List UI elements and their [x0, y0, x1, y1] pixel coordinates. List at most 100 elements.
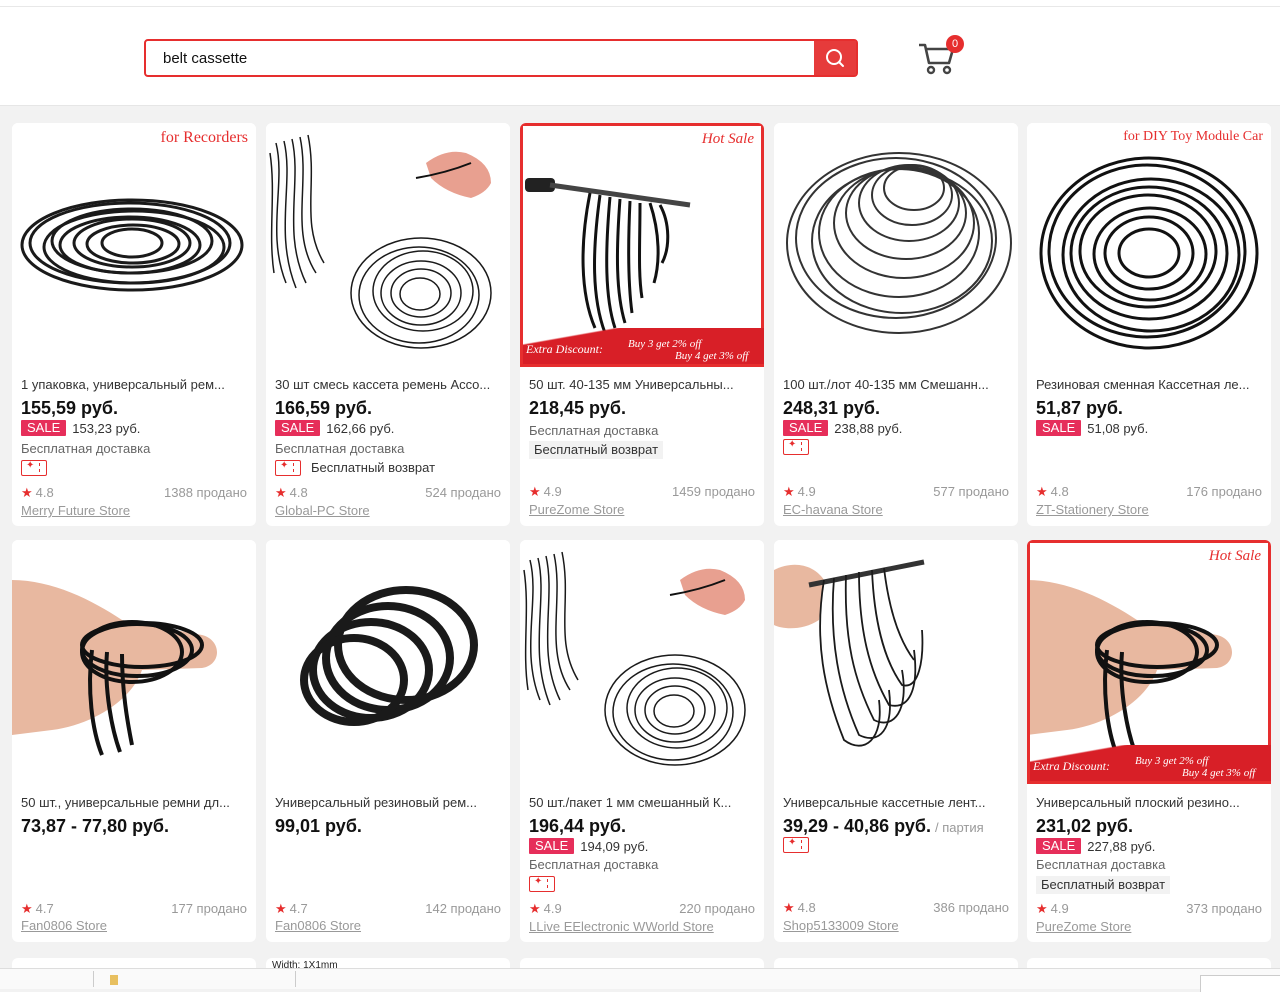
sold-count: 176 продано: [1186, 484, 1262, 499]
product-card[interactable]: 50 шт./пакет 1 мм смешанный К... 196,44 …: [520, 540, 764, 942]
extra-discount-banner: Extra Discount: Buy 3 get 2% off Buy 4 g…: [1030, 745, 1271, 781]
product-card[interactable]: Универсальные кассетные лент... 39,29 - …: [774, 540, 1018, 942]
sale-price: 162,66 руб.: [326, 420, 395, 436]
free-return-label: Бесплатный возврат: [529, 441, 664, 459]
product-image[interactable]: Hot Sale Extra Discount: Buy 3 get 2% of…: [1027, 540, 1271, 784]
cart-button[interactable]: 0: [916, 35, 964, 79]
product-card[interactable]: Hot Sale Extra Discount: Buy 3 get 2% of…: [520, 123, 764, 526]
sale-badge: SALE: [1036, 838, 1082, 854]
rating: ★ 4.8: [21, 485, 54, 500]
product-title[interactable]: Универсальные кассетные лент...: [783, 795, 1011, 810]
rating: ★ 4.9: [529, 484, 562, 499]
belt-coil-image: [786, 152, 1012, 334]
file-icon[interactable]: [110, 975, 118, 985]
product-image[interactable]: [266, 123, 510, 367]
product-card[interactable]: Универсальный резиновый рем... 99,01 руб…: [266, 540, 510, 942]
product-price: 155,59 руб.: [21, 398, 118, 418]
browser-top-strip: [0, 0, 1280, 7]
product-title[interactable]: 50 шт., универсальные ремни дл...: [21, 795, 249, 810]
product-card[interactable]: 100 шт./лот 40-135 мм Смешанн... 248,31 …: [774, 123, 1018, 526]
price-unit: / партия: [934, 820, 984, 835]
product-card[interactable]: for DIY Toy Module Car Резиновая сменная…: [1027, 123, 1271, 526]
belt-coil-image: [1039, 156, 1259, 350]
store-link[interactable]: PureZome Store: [529, 502, 624, 517]
sale-price: 51,08 руб.: [1087, 420, 1149, 436]
product-card[interactable]: 50 шт., универсальные ремни дл... 73,87 …: [12, 540, 256, 942]
product-title[interactable]: 100 шт./лот 40-135 мм Смешанн...: [783, 377, 1011, 392]
product-title[interactable]: 50 шт. 40-135 мм Универсальны...: [529, 377, 757, 392]
store-link[interactable]: Shop5133009 Store: [783, 918, 899, 933]
rating: ★ 4.9: [1036, 901, 1069, 916]
coupon-icon: [275, 460, 301, 476]
star-icon: ★: [21, 901, 33, 916]
promo-frame: Hot Sale Extra Discount: Buy 3 get 2% of…: [1027, 540, 1271, 784]
star-icon: ★: [783, 900, 795, 915]
bottom-bar: [0, 968, 1280, 992]
sale-badge: SALE: [21, 420, 67, 436]
product-title[interactable]: 1 упаковка, универсальный рем...: [21, 377, 249, 392]
shipping-label: Бесплатная доставка: [529, 857, 659, 872]
sale-row: SALE 227,88 руб.: [1036, 838, 1155, 854]
shipping-label: Бесплатная доставка: [1036, 857, 1166, 872]
rating: ★ 4.7: [275, 901, 308, 916]
store-link[interactable]: Merry Future Store: [21, 503, 130, 518]
product-price: 73,87 - 77,80 руб.: [21, 816, 169, 836]
product-image[interactable]: [266, 540, 510, 784]
star-icon: ★: [275, 901, 287, 916]
product-price: 99,01 руб.: [275, 816, 362, 836]
search-input[interactable]: [146, 41, 814, 75]
panel-tab[interactable]: [1200, 975, 1280, 992]
hot-sale-label: Hot Sale: [1208, 548, 1261, 564]
belt-bundle-image: [269, 134, 492, 349]
hand-holding-belts-image: [12, 580, 217, 756]
product-card[interactable]: 30 шт смесь кассета ремень Acco... 166,5…: [266, 123, 510, 526]
product-image[interactable]: [12, 540, 256, 784]
product-price: 51,87 руб.: [1036, 398, 1123, 418]
store-link[interactable]: EC-havana Store: [783, 502, 883, 517]
store-link[interactable]: ZT-Stationery Store: [1036, 502, 1149, 517]
product-card[interactable]: Hot Sale Extra Discount: Buy 3 get 2% of…: [1027, 540, 1271, 942]
site-header: 0: [0, 7, 1280, 106]
store-link[interactable]: Global-PC Store: [275, 503, 370, 518]
image-caption: for DIY Toy Module Car: [1123, 129, 1263, 144]
sale-row: SALE 51,08 руб.: [1036, 420, 1148, 436]
product-title[interactable]: Универсальный резиновый рем...: [275, 795, 503, 810]
product-title[interactable]: Резиновая сменная Кассетная ле...: [1036, 377, 1264, 392]
product-image[interactable]: [774, 123, 1018, 367]
product-image[interactable]: for DIY Toy Module Car: [1027, 123, 1271, 367]
coupon-icon: [783, 837, 809, 853]
sold-count: 142 продано: [425, 901, 501, 916]
store-link[interactable]: PureZome Store: [1036, 919, 1131, 934]
free-return-label: Бесплатный возврат: [1036, 876, 1171, 894]
product-image[interactable]: Hot Sale Extra Discount: Buy 3 get 2% of…: [520, 123, 764, 367]
product-image[interactable]: [520, 540, 764, 784]
image-caption: for Recorders: [160, 129, 248, 146]
extra-discount-banner: Extra Discount: Buy 3 get 2% off Buy 4 g…: [523, 328, 764, 364]
sale-badge: SALE: [529, 838, 575, 854]
search-icon: [826, 49, 844, 67]
cart-count-badge: 0: [946, 35, 964, 53]
star-icon: ★: [529, 901, 541, 916]
sale-row: SALE 162,66 руб.: [275, 420, 394, 436]
search-button[interactable]: [814, 41, 856, 75]
product-card[interactable]: for Recorders 1 упаковка, универсальный …: [12, 123, 256, 526]
product-price: 248,31 руб.: [783, 398, 880, 418]
sale-price: 227,88 руб.: [1087, 838, 1156, 854]
sold-count: 177 продано: [171, 901, 247, 916]
sold-count: 524 продано: [425, 485, 501, 500]
rating: ★ 4.8: [275, 485, 308, 500]
sale-badge: SALE: [1036, 420, 1082, 436]
store-link[interactable]: Fan0806 Store: [275, 918, 361, 933]
star-icon: ★: [529, 484, 541, 499]
product-title[interactable]: 50 шт./пакет 1 мм смешанный К...: [529, 795, 757, 810]
product-title[interactable]: Универсальный плоский резино...: [1036, 795, 1264, 810]
search-bar: [144, 39, 858, 77]
product-title[interactable]: 30 шт смесь кассета ремень Acco...: [275, 377, 503, 392]
store-link[interactable]: Fan0806 Store: [21, 918, 107, 933]
product-image[interactable]: for Recorders: [12, 123, 256, 367]
shipping-label: Бесплатная доставка: [275, 441, 405, 456]
product-image[interactable]: [774, 540, 1018, 784]
star-icon: ★: [21, 485, 33, 500]
sale-price: 238,88 руб.: [834, 420, 903, 436]
store-link[interactable]: LLive EElectronic WWorld Store: [529, 919, 714, 934]
